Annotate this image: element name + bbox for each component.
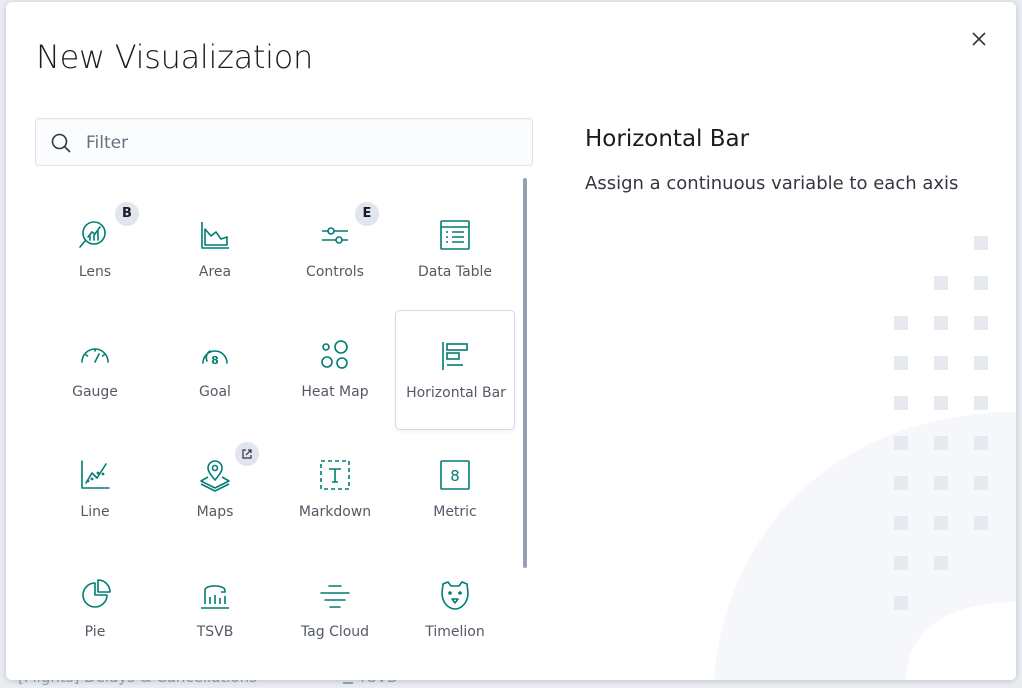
maps-icon: [198, 458, 232, 492]
decorative-square: [974, 516, 988, 530]
decorative-square: [934, 436, 948, 450]
decorative-square: [934, 516, 948, 530]
decorative-square: [934, 556, 948, 570]
vis-card-heat-map[interactable]: Heat Map: [275, 310, 395, 430]
vis-card-metric[interactable]: 8 Metric: [395, 430, 515, 550]
decorative-square: [974, 356, 988, 370]
search-field: [35, 118, 533, 167]
new-visualization-modal: New Visualization Lens B: [6, 2, 1016, 680]
goal-icon: 8: [198, 338, 232, 372]
experimental-badge: E: [355, 202, 379, 226]
decorative-square: [934, 316, 948, 330]
vis-card-goal[interactable]: 8 Goal: [155, 310, 275, 430]
metric-icon: 8: [438, 458, 472, 492]
decorative-square: [894, 516, 908, 530]
vis-card-pie[interactable]: Pie: [35, 550, 155, 670]
vis-card-area[interactable]: Area: [155, 190, 275, 310]
vis-card-label: TSVB: [196, 624, 234, 640]
timelion-icon: [438, 578, 472, 612]
decorative-square: [894, 556, 908, 570]
lens-icon: [78, 218, 112, 252]
decorative-square: [974, 436, 988, 450]
vis-card-timelion[interactable]: Timelion: [395, 550, 515, 670]
vis-card-label: Horizontal Bar: [406, 385, 506, 401]
svg-text:8: 8: [450, 467, 460, 485]
gauge-icon: [78, 338, 112, 372]
beta-badge: B: [115, 202, 139, 226]
decorative-square: [974, 316, 988, 330]
horizontal-bar-icon: [439, 339, 473, 373]
vis-card-label: Gauge: [72, 384, 118, 400]
vis-card-label: Lens: [78, 264, 112, 280]
decorative-square: [974, 396, 988, 410]
vis-card-tsvb[interactable]: TSVB: [155, 550, 275, 670]
visualization-grid: Lens B Area Controls E Data Table Gauge …: [35, 190, 515, 680]
search-icon: [50, 132, 72, 154]
vis-card-gauge[interactable]: Gauge: [35, 310, 155, 430]
decorative-square: [974, 476, 988, 490]
controls-icon: [318, 218, 352, 252]
external-link-badge: [235, 442, 259, 466]
vis-card-data-table[interactable]: Data Table: [395, 190, 515, 310]
decorative-square: [934, 476, 948, 490]
decorative-square: [974, 236, 988, 250]
vis-card-label: Timelion: [425, 624, 485, 640]
decorative-square: [974, 276, 988, 290]
search-input[interactable]: [84, 119, 528, 167]
external-link-icon: [242, 449, 252, 459]
vis-card-label: Area: [198, 264, 232, 280]
vis-card-markdown[interactable]: Markdown: [275, 430, 395, 550]
pie-chart-icon: [78, 578, 112, 612]
detail-title: Horizontal Bar: [585, 126, 750, 152]
modal-title: New Visualization: [36, 38, 313, 76]
detail-description: Assign a continuous variable to each axi…: [585, 173, 959, 194]
line-chart-icon: [78, 458, 112, 492]
vis-card-label: Pie: [84, 624, 106, 640]
decorative-square: [894, 596, 908, 610]
vis-card-label: Tag Cloud: [300, 624, 370, 640]
decorative-square: [934, 276, 948, 290]
tag-cloud-icon: [318, 578, 352, 612]
decorative-illustration: [714, 236, 1016, 680]
vis-card-label: Maps: [196, 504, 234, 520]
data-table-icon: [438, 218, 472, 252]
decorative-square: [894, 476, 908, 490]
vis-card-label: Data Table: [417, 264, 493, 280]
decorative-square: [894, 436, 908, 450]
vis-card-line[interactable]: Line: [35, 430, 155, 550]
decorative-square: [934, 396, 948, 410]
decorative-square: [894, 316, 908, 330]
vis-card-label: Metric: [433, 504, 477, 520]
svg-text:8: 8: [211, 354, 219, 367]
decorative-square: [934, 356, 948, 370]
heatmap-icon: [318, 338, 352, 372]
vis-card-tag-cloud[interactable]: Tag Cloud: [275, 550, 395, 670]
vis-card-horizontal-bar[interactable]: Horizontal Bar: [395, 310, 515, 430]
decorative-square: [894, 356, 908, 370]
decorative-square: [894, 396, 908, 410]
close-icon[interactable]: [968, 28, 990, 50]
vis-card-label: Goal: [199, 384, 231, 400]
grid-scrollbar[interactable]: [523, 178, 527, 568]
tsvb-icon: [198, 578, 232, 612]
vis-card-label: Markdown: [298, 504, 372, 520]
vis-card-label: Controls: [306, 264, 364, 280]
vis-card-label: Heat Map: [301, 384, 369, 400]
area-chart-icon: [198, 218, 232, 252]
vis-card-label: Line: [80, 504, 110, 520]
markdown-icon: [318, 458, 352, 492]
